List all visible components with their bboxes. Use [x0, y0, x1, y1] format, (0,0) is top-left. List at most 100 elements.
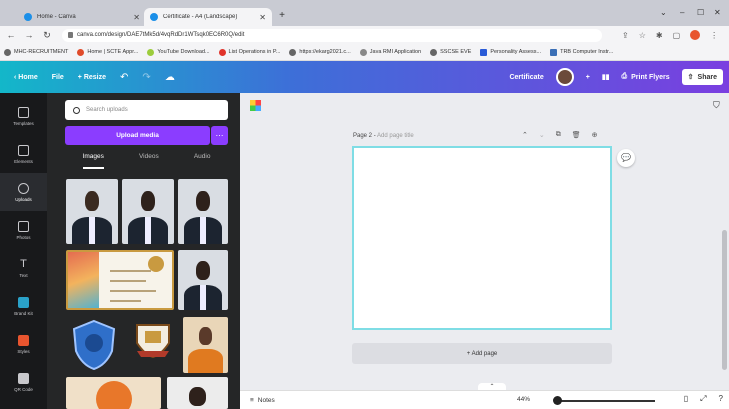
upload-more-options-icon[interactable]: ⋯: [211, 126, 228, 145]
undo-icon[interactable]: ↶: [120, 72, 128, 83]
fullscreen-icon[interactable]: ⤢: [700, 394, 706, 404]
search-placeholder: Search uploads: [86, 107, 128, 113]
bookmark-item[interactable]: MHC-RECRUITMENT: [4, 48, 68, 56]
vertical-scrollbar[interactable]: [722, 230, 727, 370]
globe-icon: [4, 48, 11, 56]
styles-icon: [18, 334, 29, 346]
add-collaborator-icon[interactable]: +: [586, 74, 590, 81]
rail-item-styles[interactable]: Styles: [0, 325, 47, 363]
paint-roller-icon[interactable]: ⛉: [713, 100, 720, 111]
tab-audio[interactable]: Audio: [194, 153, 211, 169]
rail-item-qr-code[interactable]: QR Code: [0, 363, 47, 401]
page-count-icon[interactable]: ▯: [684, 394, 688, 404]
color-palette-icon[interactable]: [250, 100, 261, 111]
document-title[interactable]: Certificate: [509, 74, 543, 81]
tab-search-icon[interactable]: ⌄: [660, 8, 667, 17]
address-bar-row: ← → ↻ canva.com/design/DAE7tMk5d/4vqRdDr…: [0, 26, 729, 44]
forward-icon[interactable]: →: [22, 30, 36, 40]
bookmarks-bar: MHC-RECRUITMENT Home | SCTE Appr... YouT…: [0, 44, 729, 61]
canva-top-bar: ‹ Home File + Resize ↶ ↷ ☁ Certificate +…: [0, 61, 729, 93]
bottom-bar: ≡ Notes 44% ▯ ⤢ ?: [240, 390, 729, 409]
zoom-slider-track[interactable]: [555, 400, 655, 402]
new-tab-icon[interactable]: +: [276, 10, 288, 22]
uploaded-emblem-image[interactable]: [131, 317, 175, 361]
comment-icon[interactable]: 💬: [617, 149, 635, 167]
close-window-icon[interactable]: ✕: [714, 8, 721, 17]
browser-tab-certificate[interactable]: Certificate - A4 (Landscape) ✕: [144, 8, 272, 26]
uploaded-emblem-image[interactable]: [66, 317, 122, 373]
close-tab-icon[interactable]: ✕: [259, 13, 266, 22]
bookmark-item[interactable]: List Operations in P...: [218, 48, 280, 56]
bookmark-item[interactable]: https://ekarg2021.c...: [289, 48, 351, 56]
tab-images[interactable]: Images: [82, 153, 104, 169]
lock-icon: [68, 32, 73, 38]
uploaded-image[interactable]: [178, 250, 228, 310]
bookmark-item[interactable]: Home | SCTE Appr...: [77, 48, 138, 56]
site-icon: [147, 48, 155, 56]
move-page-up-icon[interactable]: ⌃: [522, 131, 528, 139]
uploaded-image[interactable]: [66, 377, 161, 409]
url-field[interactable]: canva.com/design/DAE7tMk5d/4vqRdDr1WTsqk…: [62, 28, 602, 42]
bookmark-item[interactable]: Personality Assess...: [480, 48, 541, 56]
bookmark-item[interactable]: SSCSE EVE: [430, 48, 471, 56]
elements-icon: [18, 144, 29, 156]
bookmark-star-icon[interactable]: ☆: [639, 31, 646, 40]
notes-icon: ≡: [250, 396, 254, 404]
user-avatar[interactable]: [555, 68, 574, 86]
upload-media-button[interactable]: Upload media: [65, 126, 210, 145]
share-button[interactable]: ⇧ Share: [681, 69, 723, 85]
close-tab-icon[interactable]: ✕: [133, 13, 140, 22]
print-flyers-button[interactable]: ⎙ Print Flyers: [622, 73, 670, 81]
home-button[interactable]: ‹ Home: [14, 74, 38, 81]
sidebar-icon[interactable]: ▢: [673, 31, 681, 40]
uploaded-image[interactable]: [122, 179, 174, 244]
cloud-save-icon[interactable]: ☁: [165, 72, 175, 83]
tab-title: Certificate - A4 (Landscape): [163, 14, 238, 20]
file-menu-button[interactable]: File: [52, 74, 64, 81]
help-icon[interactable]: ?: [719, 394, 723, 404]
rail-item-photos[interactable]: Photos: [0, 211, 47, 249]
uploaded-image[interactable]: [178, 179, 228, 244]
rail-item-text[interactable]: T Text: [0, 249, 47, 287]
uploaded-certificate-image[interactable]: [66, 250, 174, 310]
page-title-input[interactable]: Add page title: [377, 133, 414, 139]
search-uploads-input[interactable]: Search uploads: [65, 100, 228, 120]
profile-avatar[interactable]: [690, 30, 701, 40]
uploaded-image[interactable]: [66, 179, 118, 244]
bookmark-item[interactable]: YouTube Download...: [147, 48, 210, 56]
browser-tab-strip: Home - Canva ✕ Certificate - A4 (Landsca…: [0, 0, 729, 26]
design-page[interactable]: [352, 146, 612, 330]
notes-button[interactable]: ≡ Notes: [250, 397, 275, 404]
tab-videos[interactable]: Videos: [139, 153, 159, 169]
duplicate-page-icon[interactable]: ⧉: [556, 131, 561, 139]
browser-tab-home[interactable]: Home - Canva ✕: [18, 8, 146, 26]
bottom-right-actions: ▯ ⤢ ?: [684, 394, 723, 404]
extensions-icon[interactable]: ✱: [656, 31, 663, 40]
uploaded-image[interactable]: [167, 377, 228, 409]
bookmark-item[interactable]: TRB Computer Instr...: [550, 48, 613, 56]
minimize-icon[interactable]: –: [680, 8, 684, 17]
menu-icon[interactable]: ⋮: [710, 31, 718, 40]
delete-page-icon[interactable]: 🗑: [572, 131, 581, 139]
back-icon[interactable]: ←: [4, 30, 18, 40]
zoom-level[interactable]: 44%: [517, 396, 530, 403]
uploaded-image[interactable]: [183, 317, 228, 373]
search-icon: [73, 106, 80, 114]
bookmark-item[interactable]: Java RMI Application: [359, 48, 421, 56]
rail-item-uploads[interactable]: Uploads: [0, 173, 47, 211]
zoom-slider-knob[interactable]: [553, 396, 562, 405]
rail-item-templates[interactable]: Templates: [0, 97, 47, 135]
move-page-down-icon[interactable]: ⌄: [539, 131, 545, 139]
rail-item-brand-kit[interactable]: Brand Kit: [0, 287, 47, 325]
add-page-icon[interactable]: ⊕: [592, 131, 598, 139]
insights-chart-icon[interactable]: ▮▮: [602, 73, 610, 81]
reload-icon[interactable]: ↻: [40, 30, 54, 41]
media-type-tabs: Images Videos Audio: [65, 153, 228, 169]
maximize-icon[interactable]: ☐: [697, 8, 704, 17]
page-toolbar: ⌃ ⌄ ⧉ 🗑 ⊕: [522, 131, 598, 139]
add-page-button[interactable]: + Add page: [352, 343, 612, 364]
resize-button[interactable]: + Resize: [78, 74, 106, 81]
redo-icon[interactable]: ↷: [142, 72, 150, 83]
share-page-icon[interactable]: ⇪: [622, 31, 629, 40]
rail-item-elements[interactable]: Elements: [0, 135, 47, 173]
